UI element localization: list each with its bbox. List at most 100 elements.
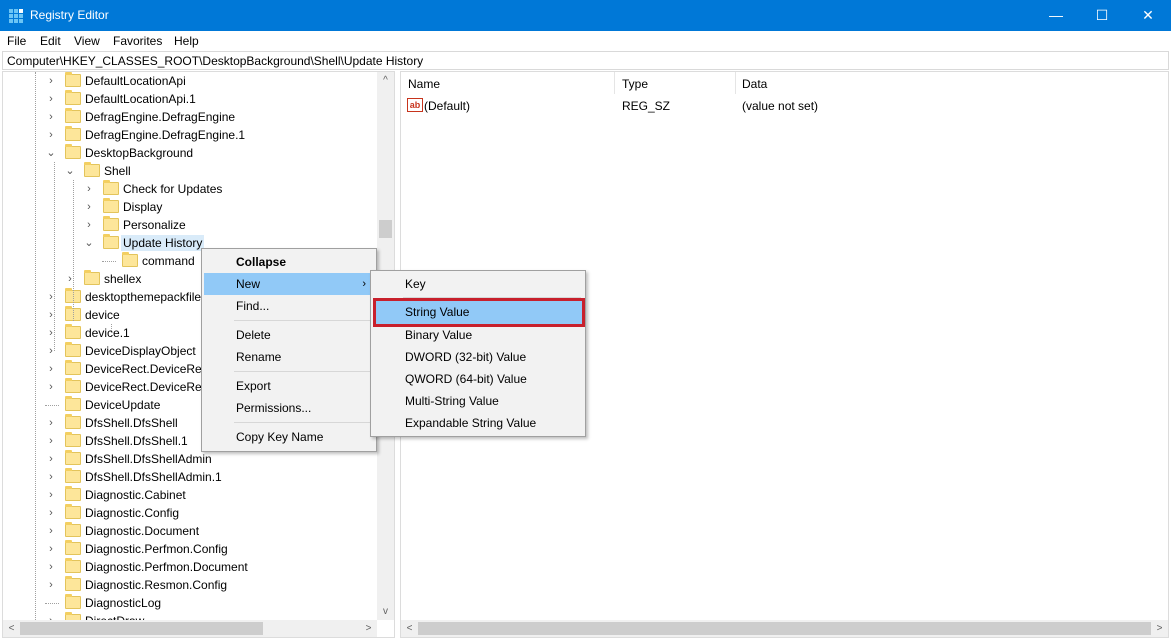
tree-node[interactable]: › DefaultLocationApi — [3, 72, 373, 90]
chevron-right-icon[interactable]: › — [45, 91, 57, 107]
chevron-right-icon[interactable]: › — [45, 559, 57, 575]
tree-node[interactable]: › DfsShell.DfsShellAdmin — [3, 450, 373, 468]
chevron-right-icon[interactable]: › — [45, 487, 57, 503]
value-row[interactable]: ab (Default) REG_SZ (value not set) — [401, 97, 1161, 115]
menu-find[interactable]: Find... — [204, 295, 376, 317]
tree-node-label[interactable]: DfsShell.DfsShellAdmin.1 — [83, 469, 224, 485]
tree-node[interactable]: › Display — [3, 198, 373, 216]
tree-node[interactable]: › Diagnostic.Perfmon.Document — [3, 558, 373, 576]
column-header-name[interactable]: Name — [408, 77, 440, 91]
tree-node-label[interactable]: DefragEngine.DefragEngine — [83, 109, 237, 125]
tree-node[interactable]: › Personalize — [3, 216, 373, 234]
chevron-right-icon[interactable]: › — [45, 523, 57, 539]
menu-favorites[interactable]: Favorites — [113, 34, 162, 48]
chevron-down-icon[interactable]: ⌄ — [45, 145, 57, 161]
tree-node[interactable]: › DefaultLocationApi.1 — [3, 90, 373, 108]
scroll-up-icon[interactable]: ^ — [377, 72, 394, 89]
chevron-right-icon[interactable]: › — [64, 271, 76, 287]
tree-node-label[interactable]: DeviceDisplayObject — [83, 343, 198, 359]
tree-node-label[interactable]: shellex — [102, 271, 143, 287]
chevron-down-icon[interactable]: ⌄ — [83, 235, 95, 251]
column-divider[interactable] — [614, 72, 615, 94]
chevron-right-icon[interactable]: › — [45, 577, 57, 593]
tree-node-label[interactable]: Shell — [102, 163, 133, 179]
menu-collapse[interactable]: Collapse — [204, 251, 376, 273]
tree-node-label[interactable]: Diagnostic.Config — [83, 505, 181, 521]
tree-node-label[interactable]: DiagnosticLog — [83, 595, 163, 611]
tree-node-label[interactable]: command — [140, 253, 197, 269]
menu-delete[interactable]: Delete — [204, 324, 376, 346]
tree-node-label[interactable]: Update History — [121, 235, 205, 251]
tree-node[interactable]: › DefragEngine.DefragEngine.1 — [3, 126, 373, 144]
submenu-expandable-string-value[interactable]: Expandable String Value — [373, 412, 585, 434]
scroll-right-icon[interactable]: > — [360, 620, 377, 637]
tree-node[interactable]: › DefragEngine.DefragEngine — [3, 108, 373, 126]
minimize-button[interactable]: — — [1033, 0, 1079, 31]
chevron-right-icon[interactable]: › — [45, 451, 57, 467]
column-divider[interactable] — [735, 72, 736, 94]
tree-node-label[interactable]: Diagnostic.Perfmon.Document — [83, 559, 250, 575]
chevron-down-icon[interactable]: ⌄ — [64, 163, 76, 179]
column-header-data[interactable]: Data — [742, 77, 767, 91]
tree-node-label[interactable]: DeviceRect.DeviceRect — [83, 379, 213, 395]
submenu-qword-value[interactable]: QWORD (64-bit) Value — [373, 368, 585, 390]
maximize-button[interactable]: ☐ — [1079, 0, 1125, 31]
chevron-right-icon[interactable]: › — [83, 181, 95, 197]
chevron-right-icon[interactable]: › — [45, 379, 57, 395]
scroll-down-icon[interactable]: v — [377, 603, 394, 620]
chevron-right-icon[interactable]: › — [45, 541, 57, 557]
tree-node[interactable]: › Diagnostic.Config — [3, 504, 373, 522]
tree-node-label[interactable]: Personalize — [121, 217, 188, 233]
scroll-left-icon[interactable]: < — [401, 620, 418, 637]
submenu-dword-value[interactable]: DWORD (32-bit) Value — [373, 346, 585, 368]
menu-new[interactable]: New › — [204, 273, 376, 295]
menu-file[interactable]: File — [7, 34, 26, 48]
tree-node[interactable]: › Diagnostic.Perfmon.Config — [3, 540, 373, 558]
tree-horizontal-scrollbar[interactable]: < > — [3, 620, 377, 637]
chevron-right-icon[interactable]: › — [45, 307, 57, 323]
menu-permissions[interactable]: Permissions... — [204, 397, 376, 419]
submenu-multi-string-value[interactable]: Multi-String Value — [373, 390, 585, 412]
close-button[interactable]: ✕ — [1125, 0, 1171, 31]
tree-node[interactable]: › Diagnostic.Resmon.Config — [3, 576, 373, 594]
tree-node-label[interactable]: device — [83, 307, 122, 323]
menu-edit[interactable]: Edit — [40, 34, 61, 48]
chevron-right-icon[interactable]: › — [45, 325, 57, 341]
chevron-right-icon[interactable]: › — [45, 415, 57, 431]
menu-copy-key-name[interactable]: Copy Key Name — [204, 426, 376, 448]
menu-view[interactable]: View — [74, 34, 100, 48]
chevron-right-icon[interactable]: › — [45, 433, 57, 449]
tree-node-label[interactable]: DeviceUpdate — [83, 397, 162, 413]
scroll-thumb[interactable] — [418, 622, 1151, 635]
tree-node-label[interactable]: DefaultLocationApi.1 — [83, 91, 198, 107]
tree-node-label[interactable]: DfsShell.DfsShell — [83, 415, 180, 431]
tree-node[interactable]: › DfsShell.DfsShellAdmin.1 — [3, 468, 373, 486]
menu-help[interactable]: Help — [174, 34, 199, 48]
tree-node-label[interactable]: DfsShell.DfsShellAdmin — [83, 451, 214, 467]
tree-node-label[interactable]: Diagnostic.Document — [83, 523, 201, 539]
tree-node-label[interactable]: device.1 — [83, 325, 132, 341]
tree-node-label[interactable]: Diagnostic.Cabinet — [83, 487, 188, 503]
chevron-right-icon[interactable]: › — [45, 343, 57, 359]
address-bar[interactable]: Computer\HKEY_CLASSES_ROOT\DesktopBackgr… — [2, 51, 1169, 70]
submenu-string-value[interactable]: String Value — [373, 298, 585, 327]
tree-node[interactable]: DiagnosticLog — [3, 594, 373, 612]
chevron-right-icon[interactable]: › — [45, 109, 57, 125]
tree-node[interactable]: ⌄ Shell — [3, 162, 373, 180]
tree-node-label[interactable]: DefragEngine.DefragEngine.1 — [83, 127, 247, 143]
chevron-right-icon[interactable]: › — [45, 127, 57, 143]
menu-export[interactable]: Export — [204, 375, 376, 397]
tree-node-label[interactable]: Check for Updates — [121, 181, 224, 197]
tree-node-label[interactable]: DefaultLocationApi — [83, 73, 188, 89]
chevron-right-icon[interactable]: › — [45, 289, 57, 305]
list-horizontal-scrollbar[interactable]: < > — [401, 620, 1168, 637]
chevron-right-icon[interactable]: › — [45, 73, 57, 89]
tree-node[interactable]: › Check for Updates — [3, 180, 373, 198]
chevron-right-icon[interactable]: › — [45, 505, 57, 521]
submenu-binary-value[interactable]: Binary Value — [373, 324, 585, 346]
column-header-type[interactable]: Type — [622, 77, 648, 91]
chevron-right-icon[interactable]: › — [45, 469, 57, 485]
tree-node-label[interactable]: Display — [121, 199, 164, 215]
tree-node[interactable]: › Diagnostic.Document — [3, 522, 373, 540]
tree-node-label[interactable]: DesktopBackground — [83, 145, 195, 161]
